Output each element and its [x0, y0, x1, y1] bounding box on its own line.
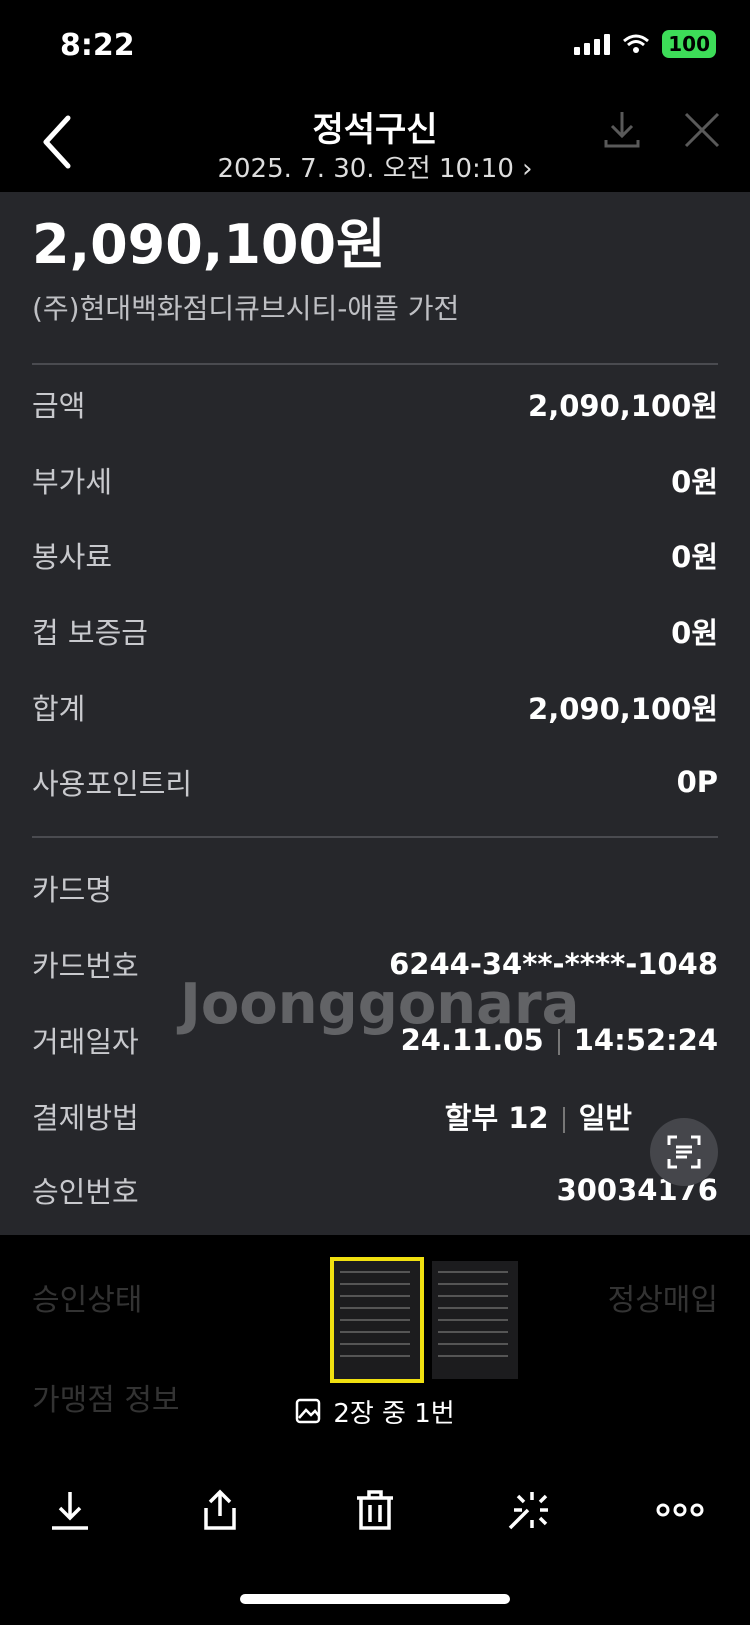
divider: [32, 836, 718, 838]
row-value: 0P: [676, 765, 718, 799]
nav-actions: [604, 110, 720, 150]
photo-counter-text: 2장 중 1번: [333, 1399, 455, 1429]
download-icon[interactable]: [604, 110, 640, 150]
battery-indicator: 100: [662, 30, 716, 58]
wifi-icon: [623, 34, 650, 53]
row-label: 카드명: [32, 873, 113, 907]
row-service-fee: 봉사료 0원: [32, 535, 718, 575]
bottom-toolbar: [0, 1480, 750, 1550]
photo-counter: 2장 중 1번: [0, 1393, 750, 1430]
magic-icon: [508, 1492, 548, 1530]
scan-text-icon: [667, 1135, 701, 1169]
row-value: 0원: [671, 540, 718, 574]
download-icon: [52, 1492, 88, 1530]
share-icon: [204, 1489, 236, 1530]
transaction-time: 14:52:24: [573, 1023, 718, 1057]
row-label: 봉사료: [32, 540, 113, 574]
merchant-name: (주)현대백화점디큐브시티-애플 가전: [32, 292, 460, 325]
row-label: 부가세: [32, 465, 113, 499]
row-label: 승인번호: [32, 1175, 139, 1209]
nav-header: 정석구신 2025. 7. 30. 오전 10:10 ›: [0, 92, 750, 192]
more-button[interactable]: [650, 1480, 710, 1540]
more-icon: [656, 1503, 704, 1517]
scan-text-button[interactable]: [650, 1118, 718, 1186]
row-points: 사용포인트리 0P: [32, 762, 718, 802]
total-amount: 2,090,100원: [32, 213, 386, 276]
row-value: 2,090,100원: [528, 389, 718, 423]
row-value: 0원: [671, 616, 718, 650]
edit-magic-button[interactable]: [498, 1480, 558, 1540]
divider: [32, 363, 718, 365]
page-subtitle-date[interactable]: 2025. 7. 30. 오전 10:10 ›: [0, 148, 750, 185]
receipt-content: 2,090,100원 (주)현대백화점디큐브시티-애플 가전 금액 2,090,…: [0, 192, 750, 1235]
row-label: 컵 보증금: [32, 616, 148, 650]
ghost-approval-status-label: 승인상태: [32, 1283, 143, 1318]
installment: 할부 12: [444, 1101, 549, 1135]
thumbnail-next[interactable]: [432, 1261, 518, 1379]
row-value: 2,090,100원: [528, 692, 718, 726]
delete-button[interactable]: [345, 1480, 405, 1540]
row-cup-deposit: 컵 보증금 0원: [32, 611, 718, 651]
row-label: 거래일자: [32, 1025, 139, 1059]
row-value: 0원: [671, 465, 718, 499]
row-card-name: 카드명: [32, 868, 718, 908]
row-payment-method: 결제방법 할부 12 일반: [32, 1096, 632, 1136]
photo-viewer-bar: 승인상태 정상매입 가맹점 정보 2장 중 1번: [0, 1235, 750, 1625]
signal-icon: [574, 33, 611, 55]
row-vat: 부가세 0원: [32, 460, 718, 500]
trash-icon: [357, 1490, 393, 1530]
row-label: 금액: [32, 389, 86, 423]
row-label: 사용포인트리: [32, 767, 193, 801]
row-label: 결제방법: [32, 1101, 139, 1135]
row-total: 합계 2,090,100원: [32, 687, 718, 727]
status-icons: 100: [574, 30, 716, 58]
ghost-approval-status: 정상매입: [607, 1283, 718, 1318]
save-button[interactable]: [40, 1480, 100, 1540]
row-approval-number: 승인번호 30034176: [32, 1170, 718, 1210]
status-time: 8:22: [60, 28, 135, 63]
status-bar: 8:22 100: [0, 0, 750, 92]
row-label: 합계: [32, 692, 86, 726]
home-indicator[interactable]: [240, 1594, 510, 1604]
share-button[interactable]: [190, 1480, 250, 1540]
watermark: Joonggonara: [180, 972, 580, 1037]
gallery-icon: [296, 1398, 321, 1423]
payment-method: 할부 12 일반: [445, 1095, 632, 1137]
separator: [562, 1107, 565, 1133]
close-icon[interactable]: [684, 110, 720, 150]
row-amount: 금액 2,090,100원: [32, 384, 718, 424]
payment-type: 일반: [578, 1101, 632, 1135]
thumbnail-current[interactable]: [330, 1257, 424, 1383]
row-label: 카드번호: [32, 949, 139, 983]
